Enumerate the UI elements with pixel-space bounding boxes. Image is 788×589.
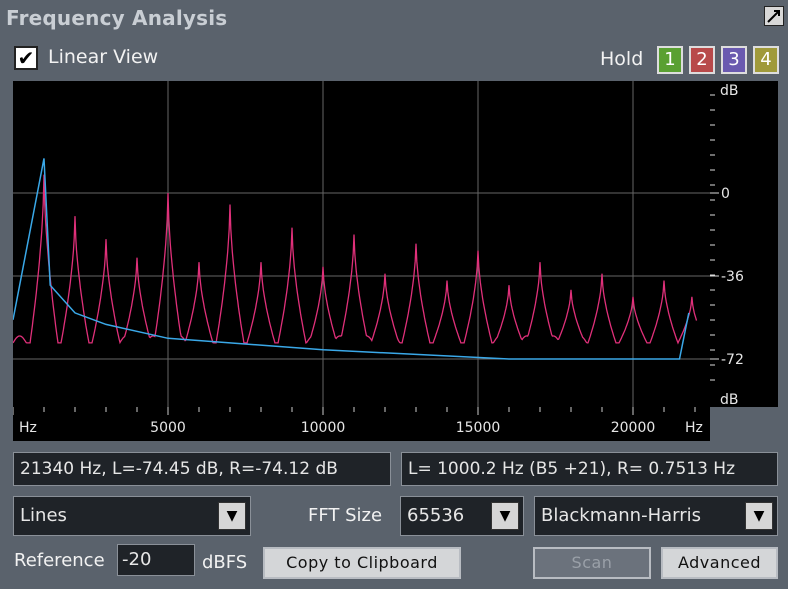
db-scale-svg: dB dB 0 -36 -72 bbox=[710, 83, 744, 408]
hold-button-4[interactable]: 4 bbox=[753, 46, 779, 74]
series-line-right bbox=[12, 158, 690, 360]
series-line-left bbox=[12, 174, 698, 345]
x-start-label: Hz bbox=[19, 420, 37, 436]
x-end-label: Hz bbox=[685, 420, 703, 436]
spectrum-plot[interactable] bbox=[12, 81, 710, 412]
db-tick-label: 0 bbox=[721, 186, 730, 202]
fft-size-select[interactable]: 65536 ▼ bbox=[400, 496, 524, 536]
fft-size-value: 65536 bbox=[407, 505, 465, 526]
hold-button-2[interactable]: 2 bbox=[689, 46, 715, 74]
display-mode-value: Lines bbox=[20, 505, 67, 526]
peak-readout: L= 1000.2 Hz (B5 +21), R= 0.7513 Hz bbox=[401, 452, 778, 486]
x-tick-label: 15000 bbox=[456, 420, 501, 436]
x-axis-svg: Hz Hz 5000 10000 15000 20000 bbox=[12, 407, 703, 436]
db-scale-panel: dB dB 0 -36 -72 bbox=[710, 81, 778, 412]
hold-button-1[interactable]: 1 bbox=[657, 46, 683, 74]
undock-icon[interactable] bbox=[764, 6, 784, 26]
window-title: Frequency Analysis bbox=[6, 6, 228, 30]
title-bar: Frequency Analysis bbox=[0, 0, 788, 36]
x-axis: Hz Hz 5000 10000 15000 20000 bbox=[12, 407, 710, 441]
fft-size-label: FFT Size bbox=[308, 505, 383, 526]
scan-button[interactable]: Scan bbox=[533, 547, 651, 579]
spectrum-svg bbox=[12, 81, 710, 407]
advanced-button[interactable]: Advanced bbox=[661, 547, 778, 579]
reference-input[interactable]: -20 bbox=[117, 544, 195, 576]
db-bottom-label: dB bbox=[720, 392, 739, 408]
x-axis-corner bbox=[710, 407, 778, 441]
chevron-down-icon[interactable]: ▼ bbox=[218, 502, 246, 530]
cursor-readout: 21340 Hz, L=-74.45 dB, R=-74.12 dB bbox=[13, 452, 391, 486]
copy-to-clipboard-button[interactable]: Copy to Clipboard bbox=[263, 547, 461, 579]
db-top-label: dB bbox=[720, 83, 739, 99]
db-tick-label: -36 bbox=[721, 269, 744, 285]
db-tick-label: -72 bbox=[721, 352, 744, 368]
window-function-value: Blackmann-Harris bbox=[541, 505, 702, 526]
reference-unit: dBFS bbox=[202, 552, 248, 573]
chevron-down-icon[interactable]: ▼ bbox=[491, 502, 519, 530]
window-function-select[interactable]: Blackmann-Harris ▼ bbox=[534, 496, 778, 536]
linear-view-label: Linear View bbox=[48, 46, 159, 68]
x-tick-label: 5000 bbox=[150, 420, 186, 436]
x-tick-label: 10000 bbox=[301, 420, 346, 436]
reference-label: Reference bbox=[14, 550, 105, 571]
x-tick-label: 20000 bbox=[611, 420, 656, 436]
hold-button-3[interactable]: 3 bbox=[721, 46, 747, 74]
chevron-down-icon[interactable]: ▼ bbox=[745, 502, 773, 530]
linear-view-checkbox[interactable]: ✔ bbox=[14, 46, 38, 70]
hold-label: Hold bbox=[600, 48, 644, 70]
display-mode-select[interactable]: Lines ▼ bbox=[13, 496, 251, 536]
